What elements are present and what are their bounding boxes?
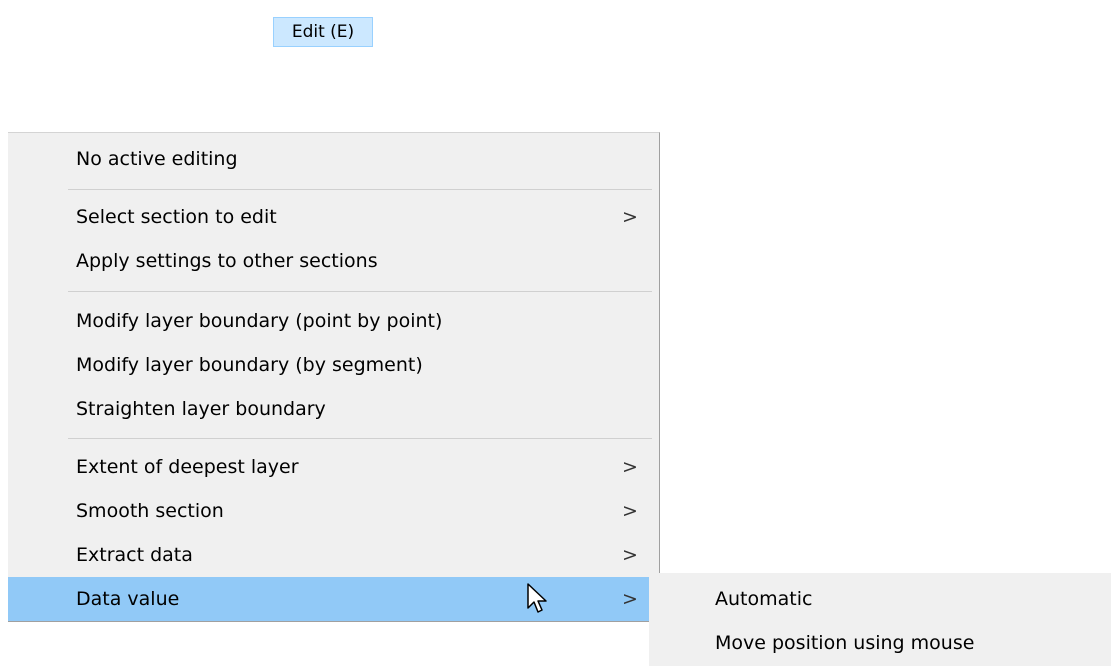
menu-item-straighten-boundary[interactable]: Straighten layer boundary (8, 387, 657, 431)
menu-item-label: Apply settings to other sections (76, 250, 378, 272)
chevron-right-icon: > (622, 544, 638, 566)
chevron-right-icon: > (622, 206, 638, 228)
menu-separator (68, 189, 652, 190)
menu-item-label: Data value (76, 588, 180, 610)
menu-item-label: Extract data (76, 544, 193, 566)
menu-separator (68, 291, 652, 292)
submenu-item-automatic[interactable]: Automatic (649, 577, 1111, 621)
menu-item-label: Select section to edit (76, 206, 277, 228)
menu-item-data-value[interactable]: Data value > (8, 577, 657, 621)
menu-item-label: Modify layer boundary (point by point) (76, 310, 443, 332)
menu-item-extent-deepest-layer[interactable]: Extent of deepest layer > (8, 445, 657, 489)
chevron-right-icon: > (622, 500, 638, 522)
menu-item-modify-by-segment[interactable]: Modify layer boundary (by segment) (8, 343, 657, 387)
menu-item-label: Modify layer boundary (by segment) (76, 354, 423, 376)
submenu-item-label: Automatic (715, 588, 813, 610)
menu-separator (68, 438, 652, 439)
submenu-item-move-position-mouse[interactable]: Move position using mouse (649, 621, 1111, 665)
edit-menu-label: Edit (E) (291, 22, 355, 42)
menu-item-extract-data[interactable]: Extract data > (8, 533, 657, 577)
menu-item-no-active-editing[interactable]: No active editing (8, 137, 657, 181)
submenu-item-label: Move position using mouse (715, 632, 975, 654)
chevron-right-icon: > (622, 456, 638, 478)
menu-item-select-section-to-edit[interactable]: Select section to edit > (8, 195, 657, 239)
edit-dropdown-menu: No active editing Select section to edit… (8, 132, 660, 622)
menu-item-label: Straighten layer boundary (76, 398, 326, 420)
menu-item-modify-point-by-point[interactable]: Modify layer boundary (point by point) (8, 299, 657, 343)
menu-item-apply-settings[interactable]: Apply settings to other sections (8, 239, 657, 283)
edit-menu-button[interactable]: Edit (E) (273, 17, 373, 47)
chevron-right-icon: > (622, 588, 638, 610)
menu-item-label: Extent of deepest layer (76, 456, 299, 478)
menu-item-label: No active editing (76, 148, 238, 170)
menu-item-smooth-section[interactable]: Smooth section > (8, 489, 657, 533)
menu-item-label: Smooth section (76, 500, 224, 522)
mouse-pointer-icon (527, 583, 547, 613)
data-value-submenu: Automatic Move position using mouse (649, 573, 1111, 666)
